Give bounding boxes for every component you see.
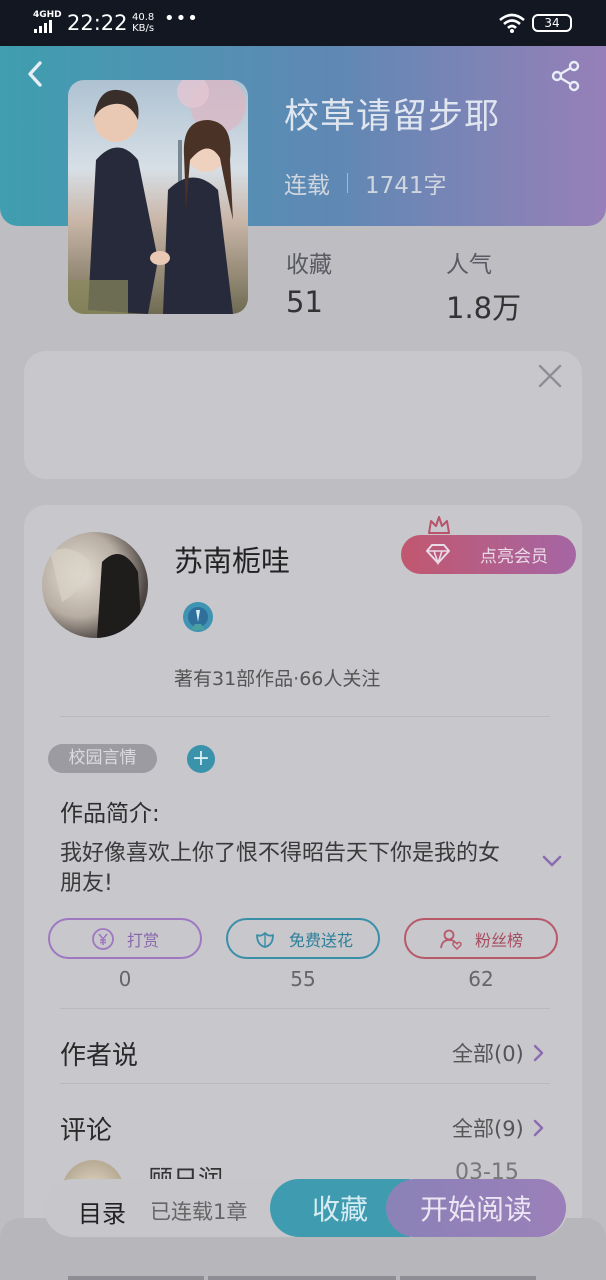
add-tag-button[interactable]: + [187, 745, 215, 773]
fans-icon [440, 929, 462, 950]
chevron-right-icon [533, 1119, 543, 1137]
comments-all-link[interactable]: 全部(9) [452, 1113, 546, 1143]
author-says-all-label: 全部(0) [452, 1042, 524, 1066]
send-flower-button[interactable]: 免费送花 [226, 918, 380, 959]
bottom-tab-indicator [208, 1276, 396, 1280]
fan-ranking-button[interactable]: 粉丝榜 [404, 918, 558, 959]
popularity-label: 人气 [446, 252, 492, 278]
more-notifications-icon: ••• [164, 8, 199, 29]
comments-title: 评论 [60, 1116, 113, 1146]
book-status: 连载 [284, 173, 330, 199]
fan-count: 62 [468, 967, 494, 991]
author-stats: 著有31部作品·66人关注 [174, 668, 381, 690]
start-reading-label: 开始阅读 [419, 1193, 532, 1226]
chevron-right-icon [533, 1044, 543, 1062]
divider [60, 1008, 550, 1009]
reward-count: 0 [118, 967, 132, 991]
reward-label: 打赏 [126, 930, 159, 950]
genre-tag[interactable]: 校园言情 [48, 744, 157, 773]
popularity-count: 1.8万 [446, 291, 522, 325]
book-cover[interactable] [68, 80, 248, 314]
yen-icon [92, 927, 114, 950]
share-icon[interactable] [550, 60, 582, 92]
network-speed: 40.8 KB/s [132, 12, 154, 34]
status-bar: 4GHD 22:22 40.8 KB/s ••• 34 [0, 0, 606, 46]
reward-button[interactable]: 打赏 [48, 918, 202, 959]
book-title: 校草请留步耶 [284, 97, 501, 137]
book-word-count: 1741字 [365, 173, 447, 199]
avatar-image [50, 548, 142, 638]
divider [60, 716, 550, 717]
chevron-down-icon[interactable] [541, 853, 563, 869]
send-flower-label: 免费送花 [288, 930, 353, 950]
book-meta: 连载 1741字 [284, 166, 447, 200]
cover-illustration [68, 80, 246, 314]
start-reading-button[interactable]: 开始阅读 [386, 1179, 566, 1237]
bottom-tab-indicator [400, 1276, 536, 1280]
crown-icon [428, 516, 450, 534]
intro-title: 作品简介: [60, 801, 160, 827]
network-speed-unit: KB/s [132, 23, 155, 34]
wifi-icon [499, 13, 525, 33]
network-speed-value: 40.8 [132, 12, 155, 23]
favorites-button-label: 收藏 [311, 1193, 368, 1226]
back-icon[interactable] [24, 60, 48, 88]
comments-all-label: 全部(9) [452, 1117, 524, 1141]
fan-ranking-label: 粉丝榜 [474, 930, 523, 950]
diamond-icon [426, 544, 450, 565]
vip-button-label: 点亮会员 [480, 547, 548, 567]
intro-text: 我好像喜欢上你了恨不得昭告天下你是我的女朋友! [60, 841, 501, 896]
ad-banner[interactable] [24, 351, 582, 479]
clock: 22:22 [67, 11, 128, 35]
favorites-count: 51 [286, 285, 323, 319]
table-of-contents-button[interactable]: 目录 [78, 1194, 126, 1229]
network-type: 4GHD [33, 10, 62, 20]
battery-icon: 34 [532, 14, 572, 32]
bottom-tab-indicator [68, 1276, 204, 1280]
meta-divider [347, 173, 348, 193]
vip-membership-button[interactable]: 点亮会员 [401, 535, 576, 574]
signal-icon [34, 20, 52, 33]
author-name[interactable]: 苏南栀哇 [174, 538, 290, 580]
close-icon[interactable] [538, 364, 562, 388]
favorites-label: 收藏 [286, 252, 332, 278]
author-level-badge-icon [183, 602, 213, 632]
author-avatar[interactable] [42, 532, 148, 638]
flower-count: 55 [290, 967, 316, 991]
divider [60, 1083, 550, 1084]
author-says-title: 作者说 [60, 1041, 139, 1071]
author-says-all-link[interactable]: 全部(0) [452, 1038, 546, 1068]
flower-icon [256, 931, 274, 948]
serial-chapter-info: 已连载1章 [150, 1200, 248, 1224]
